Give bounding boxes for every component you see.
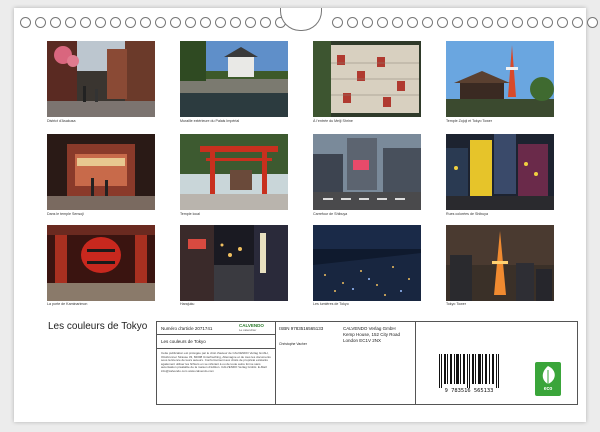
photo-shibuya-crossing xyxy=(313,134,421,210)
photo-local-temple xyxy=(180,134,288,210)
photo-caption: Rues colorées de Shibuya xyxy=(446,212,488,216)
binding-hole xyxy=(155,17,166,28)
photo-caption: Carrefour de Shibuya xyxy=(313,212,348,216)
divider xyxy=(157,334,275,335)
binding-hole xyxy=(527,17,538,28)
binding-hole xyxy=(587,17,598,28)
photo-caption: Tokyo Tower xyxy=(446,302,466,306)
photo-caption: District d'Asakusa xyxy=(47,119,76,123)
binding-hole xyxy=(437,17,448,28)
publisher-name: CALVENDO Verlag GmbH xyxy=(343,326,396,331)
photo-caption: Temple local xyxy=(180,212,200,216)
article-number: Numéro d'article 2071741 xyxy=(161,326,213,331)
binding-hole xyxy=(512,17,523,28)
photo-sensoji-interior xyxy=(47,134,155,210)
hanger-cutout xyxy=(280,8,322,31)
binding-hole xyxy=(65,17,76,28)
isbn: ISBN 9783516565133 xyxy=(279,326,324,331)
photo-meiji-barrels xyxy=(313,41,421,117)
binding-hole xyxy=(20,17,31,28)
binding-hole xyxy=(467,17,478,28)
binding-hole xyxy=(407,17,418,28)
binding-hole xyxy=(452,17,463,28)
calendar-title: Les couleurs de Tokyo xyxy=(48,321,148,332)
photo-caption: Les lumières de Tokyo xyxy=(313,302,349,306)
binding-hole xyxy=(140,17,151,28)
photo-caption: Harajuku xyxy=(180,302,195,306)
photo-caption: Dans le temple Sensoji xyxy=(47,212,84,216)
barcode-digits: 9 783516 565133 xyxy=(444,388,494,394)
binding-hole xyxy=(377,17,388,28)
binding-hole xyxy=(200,17,211,28)
binding-hole xyxy=(110,17,121,28)
binding-hole xyxy=(557,17,568,28)
binding-hole xyxy=(482,17,493,28)
binding-hole xyxy=(230,17,241,28)
publisher-address-1: Kemp House, 152 City Road xyxy=(343,332,401,337)
binding-hole xyxy=(362,17,373,28)
calvendo-tagline: Le calendrier xyxy=(239,328,257,332)
binding-hole xyxy=(95,17,106,28)
binding-holes-left xyxy=(20,17,286,29)
publisher-address-2: London EC1V 2NX xyxy=(343,338,382,343)
photo-kaminarimon xyxy=(47,225,155,301)
photo-tokyo-night-lights xyxy=(313,225,421,301)
calendar-page: District d'Asakusa Muraille extérieure d… xyxy=(14,8,598,422)
author-name: Christophe Vacher xyxy=(279,342,307,346)
binding-hole xyxy=(185,17,196,28)
photo-tokyo-tower-night xyxy=(446,225,554,301)
eco-label: eco xyxy=(543,386,553,392)
binding-hole xyxy=(125,17,136,28)
binding-hole xyxy=(50,17,61,28)
binding-hole xyxy=(392,17,403,28)
photo-shibuya-streets xyxy=(446,134,554,210)
barcode: 9 783516 565133 xyxy=(435,354,503,396)
photo-imperial-palace xyxy=(180,41,288,117)
binding-hole xyxy=(80,17,91,28)
binding-holes-right xyxy=(332,17,598,29)
photo-asakusa-street xyxy=(47,41,155,117)
divider xyxy=(275,322,276,404)
binding-hole xyxy=(170,17,181,28)
product-info-box: Numéro d'article 2071741 CALVENDO Le cal… xyxy=(156,321,578,405)
binding-hole xyxy=(215,17,226,28)
product-title: Les couleurs de Tokyo xyxy=(161,339,206,344)
binding-hole xyxy=(260,17,271,28)
eco-icon: eco xyxy=(535,362,561,396)
photo-harajuku xyxy=(180,225,288,301)
legal-text: Cette publication est protégée par le dr… xyxy=(161,351,271,373)
divider xyxy=(415,322,416,404)
photo-zojoji-tokyo-tower xyxy=(446,41,554,117)
binding-hole xyxy=(245,17,256,28)
photo-caption: La porte de Kaminarimon xyxy=(47,302,88,306)
binding-hole xyxy=(422,17,433,28)
binding-hole xyxy=(572,17,583,28)
binding-hole xyxy=(497,17,508,28)
binding-hole xyxy=(332,17,343,28)
divider xyxy=(157,348,275,349)
binding-hole xyxy=(542,17,553,28)
photo-caption: Muraille extérieure du Palais Impérial xyxy=(180,119,240,123)
binding-hole xyxy=(35,17,46,28)
photo-caption: Temple Zojoji et Tokyo Tower xyxy=(446,119,493,123)
photo-caption: À l'entrée du Meiji Shrine xyxy=(313,119,353,123)
binding-hole xyxy=(347,17,358,28)
